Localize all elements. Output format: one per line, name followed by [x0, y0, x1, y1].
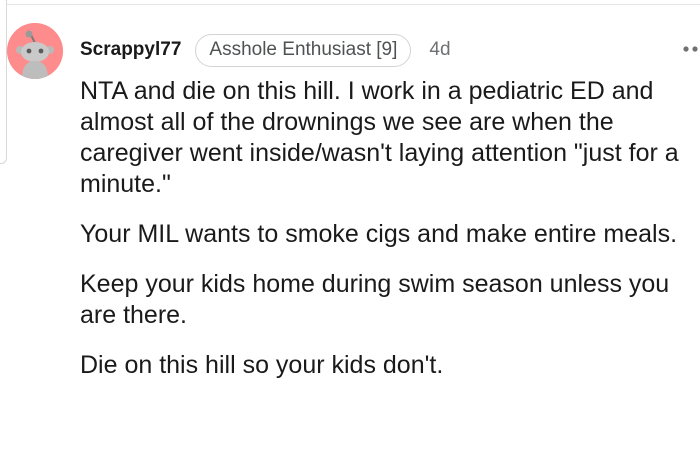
comment-paragraph: Keep your kids home during swim season u… [80, 270, 670, 329]
comment-paragraph: Your MIL wants to smoke cigs and make en… [80, 220, 678, 248]
more-options-button[interactable] [680, 34, 700, 64]
snoo-avatar-icon [7, 23, 63, 79]
user-flair: Asshole Enthusiast [9] [195, 33, 412, 67]
comment-paragraph: Die on this hill so your kids don't. [80, 351, 444, 379]
comment-paragraph: NTA and die on this hill. I work in a pe… [80, 77, 679, 198]
more-horizontal-icon [683, 46, 698, 52]
comment-meta: Scrappyl77 Asshole Enthusiast [9] 4d [80, 33, 451, 67]
comment-age: 4d [429, 39, 451, 60]
thread-line[interactable] [0, 0, 7, 164]
username-link[interactable]: Scrappyl77 [80, 39, 181, 61]
top-divider [6, 4, 700, 5]
user-avatar[interactable] [7, 23, 63, 79]
comment-body: NTA and die on this hill. I work in a pe… [80, 76, 700, 400]
